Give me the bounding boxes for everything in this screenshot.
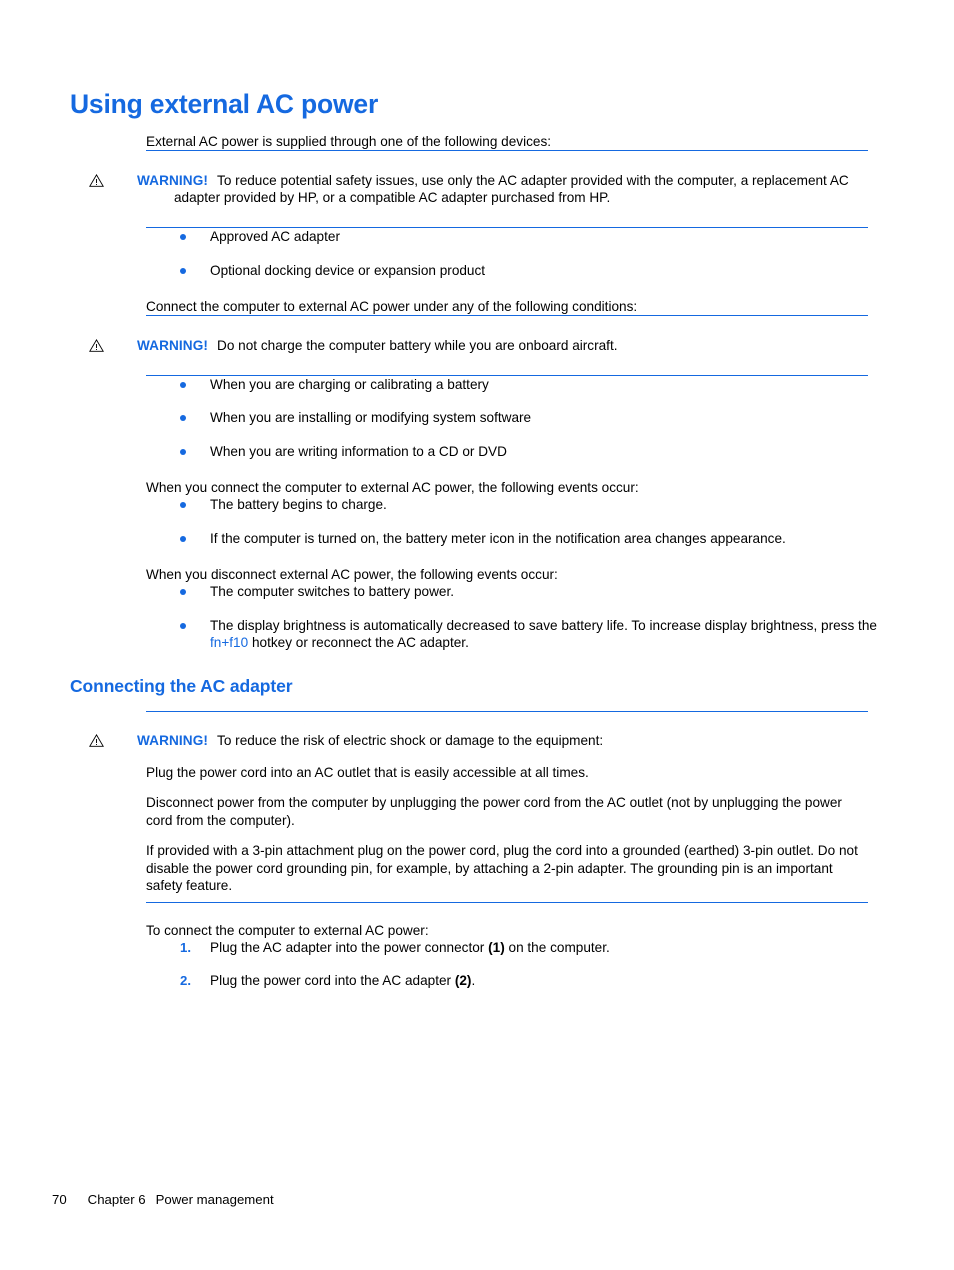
step-text-before: Plug the power cord into the AC adapter: [210, 973, 455, 989]
list-item-text-before: The display brightness is automatically …: [210, 617, 877, 633]
devices-list: Approved AC adapter Optional docking dev…: [70, 228, 882, 279]
warning-text-line: WARNING! To reduce the risk of electric s…: [89, 732, 868, 750]
disconnect-events-list: The computer switches to battery power. …: [70, 583, 882, 652]
warning-label: WARNING!: [137, 337, 209, 353]
step-text-after: .: [471, 973, 476, 989]
list-item: When you are installing or modifying sys…: [180, 409, 882, 427]
list-item: The battery begins to charge.: [180, 496, 882, 514]
footer-chapter: Chapter 6: [87, 1192, 146, 1207]
list-item: Optional docking device or expansion pro…: [180, 262, 882, 280]
hotkey-crossreference-link[interactable]: fn+f10: [210, 635, 248, 650]
disconnect-events-intro: When you disconnect external AC power, t…: [146, 567, 558, 583]
list-item: The display brightness is automatically …: [180, 617, 882, 652]
warning-box-adapter: WARNING! To reduce potential safety issue…: [89, 150, 868, 229]
page-title: Using external AC power: [70, 89, 379, 119]
list-item: 2. Plug the power cord into the AC adapte…: [180, 972, 882, 990]
list-item: The computer switches to battery power.: [180, 583, 882, 601]
warning-box-electric-shock: WARNING! To reduce the risk of electric s…: [89, 710, 868, 903]
connect-steps-list: 1. Plug the AC adapter into the power con…: [70, 939, 882, 990]
conditions-list: When you are charging or calibrating a b…: [70, 376, 882, 461]
warning-triangle-icon: [89, 734, 132, 748]
connect-intro-paragraph: Connect the computer to external AC powe…: [146, 299, 638, 315]
list-item: Approved AC adapter: [180, 228, 882, 246]
page-content: External AC power is supplied through on…: [70, 133, 882, 990]
warning-label: WARNING!: [137, 172, 209, 188]
list-item: When you are charging or calibrating a b…: [180, 376, 882, 394]
warning-label: WARNING!: [137, 733, 209, 749]
step-number: 2.: [180, 973, 191, 989]
list-item-text-after: hotkey or reconnect the AC adapter.: [248, 635, 469, 651]
step-text-before: Plug the AC adapter into the power conne…: [210, 939, 489, 955]
warning-text-line: WARNING! To reduce potential safety issue…: [89, 172, 868, 207]
list-item: When you are writing information to a CD…: [180, 443, 882, 461]
warning-text-line: WARNING! Do not charge the computer batte…: [89, 337, 868, 355]
step-text-after: on the computer.: [504, 939, 610, 955]
page-footer: 70 Chapter 6 Power management: [52, 1192, 274, 1207]
warning-message: Do not charge the computer battery while…: [217, 337, 618, 353]
warning-triangle-icon: [89, 173, 132, 187]
warning-paragraph-1: Plug the power cord into an AC outlet th…: [146, 764, 589, 780]
warning-message: To reduce the risk of electric shock or …: [217, 733, 604, 749]
steps-intro-paragraph: To connect the computer to external AC p…: [146, 922, 429, 938]
list-item: 1. Plug the AC adapter into the power con…: [180, 939, 882, 957]
connect-events-intro: When you connect the computer to externa…: [146, 480, 639, 496]
list-item: If the computer is turned on, the batter…: [180, 530, 882, 548]
callout-reference: (1): [488, 939, 505, 955]
document-page: Using external AC power External AC powe…: [0, 0, 954, 1270]
warning-triangle-icon: [89, 338, 132, 352]
callout-reference: (2): [454, 973, 472, 989]
connect-events-list: The battery begins to charge. If the com…: [70, 496, 882, 547]
warning-message: To reduce potential safety issues, use o…: [174, 172, 849, 206]
footer-chapter-title: Power management: [155, 1192, 274, 1207]
intro-paragraph: External AC power is supplied through on…: [146, 134, 552, 149]
step-number: 1.: [180, 939, 191, 955]
warning-paragraph-2: Disconnect power from the computer by un…: [146, 795, 842, 828]
warning-box-aircraft: WARNING! Do not charge the computer batte…: [89, 315, 868, 376]
section-heading-connecting-ac-adapter: Connecting the AC adapter: [70, 675, 293, 696]
footer-page-number: 70: [52, 1192, 67, 1207]
warning-paragraph-3: If provided with a 3-pin attachment plug…: [146, 843, 858, 894]
